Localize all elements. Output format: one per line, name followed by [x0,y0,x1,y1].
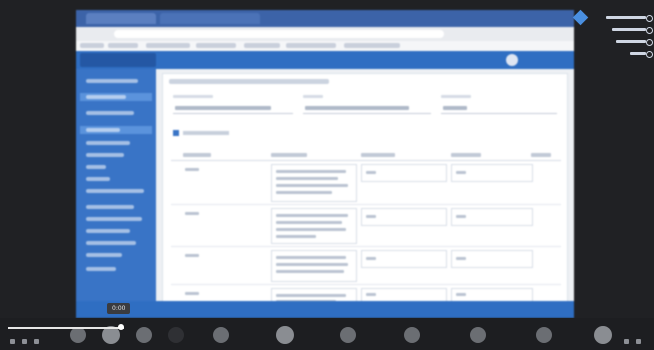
bookmark[interactable] [196,43,236,48]
address-bar [76,27,574,41]
settings-icon[interactable] [404,327,420,343]
menu-item[interactable] [616,40,646,43]
table-header [171,150,561,161]
select-field[interactable] [303,95,431,114]
table-row [171,206,561,247]
avatar[interactable] [506,54,518,66]
sidebar-item[interactable] [80,175,152,183]
sidebar-item[interactable] [80,77,152,85]
bookmark[interactable] [146,43,190,48]
bookmark[interactable] [286,43,336,48]
sidebar-item[interactable] [80,187,152,195]
menu-icon [646,27,653,34]
sidebar-item[interactable] [80,215,152,223]
menu-icon [646,51,653,58]
sidebar-item[interactable] [80,239,152,247]
bookmark[interactable] [244,43,280,48]
timeline-knob[interactable] [118,324,124,330]
checkbox-label [183,131,229,135]
menu-item[interactable] [606,16,646,19]
menu-icon [646,15,653,22]
main-panel [162,73,568,315]
fullscreen-icon[interactable] [624,339,629,344]
bookmark[interactable] [344,43,400,48]
participants-icon[interactable] [276,326,294,344]
meeting-side-menu [588,10,654,70]
shared-screen [76,10,574,318]
sidebar-item[interactable] [80,139,152,147]
text-cell[interactable] [271,164,357,202]
expand-icon[interactable] [636,339,641,344]
menu-item[interactable] [630,52,646,55]
input-cell[interactable] [451,288,533,302]
meeting-toolbar [0,318,654,350]
table-row [171,248,561,285]
menu-item[interactable] [612,28,646,31]
sidebar-item[interactable] [80,93,152,101]
input-cell[interactable] [451,164,533,182]
skip-icon[interactable] [22,339,27,344]
select-field[interactable] [441,95,557,114]
checkbox[interactable] [173,130,179,136]
reactions-icon[interactable] [340,327,356,343]
input-cell[interactable] [361,250,447,268]
browser-tab[interactable] [86,13,156,24]
record-icon[interactable] [168,327,184,343]
timeline-bar[interactable] [8,327,124,329]
input-cell[interactable] [361,208,447,226]
browser-tabstrip [76,10,574,27]
mic-icon[interactable] [70,327,86,343]
share-icon[interactable] [136,327,152,343]
sidebar-item[interactable] [80,109,152,117]
sidebar-item[interactable] [80,203,152,211]
table-row [171,162,561,205]
bookmark[interactable] [108,43,138,48]
browser-tab[interactable] [160,13,260,24]
app-logo [80,53,156,67]
app-header [76,51,574,69]
time-tooltip: 0:00 [107,303,131,314]
leave-icon[interactable] [536,327,552,343]
taskbar [76,301,574,318]
text-cell[interactable] [271,208,357,244]
bookmark[interactable] [80,43,104,48]
chat-icon[interactable] [213,327,229,343]
play-icon[interactable] [10,339,15,344]
text-cell[interactable] [271,250,357,282]
menu-icon [646,39,653,46]
url-input[interactable] [114,30,444,38]
end-icon[interactable] [594,326,612,344]
sidebar-item[interactable] [80,163,152,171]
sidebar-item[interactable] [80,265,152,273]
sidebar-item[interactable] [80,126,152,134]
input-cell[interactable] [451,208,533,226]
sidebar [76,69,156,318]
input-cell[interactable] [361,288,447,302]
sidebar-item[interactable] [80,227,152,235]
select-field[interactable] [173,95,293,114]
input-cell[interactable] [451,250,533,268]
input-cell[interactable] [361,164,447,182]
bookmark-bar [76,41,574,51]
breadcrumb [169,79,329,84]
sidebar-item[interactable] [80,151,152,159]
more-icon[interactable] [470,327,486,343]
sidebar-item[interactable] [80,251,152,259]
volume-icon[interactable] [34,339,39,344]
